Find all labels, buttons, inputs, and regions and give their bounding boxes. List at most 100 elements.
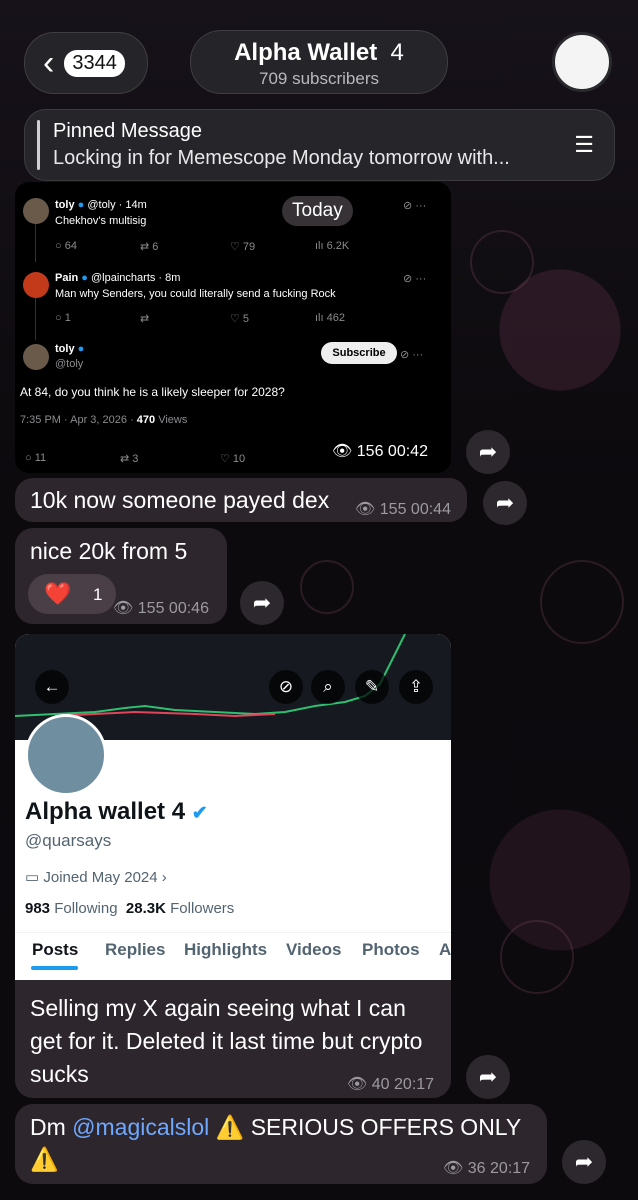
- wallpaper-doodle: [470, 230, 534, 294]
- eye-icon: 👁: [113, 600, 134, 617]
- tab-more: A: [439, 940, 451, 959]
- message-text: Dm: [30, 1114, 66, 1140]
- tweet-text: Chekhov's multisig: [55, 215, 147, 227]
- share-icon: ➦: [252, 590, 272, 615]
- tweet-text: At 84, do you think he is a likely sleep…: [20, 385, 285, 399]
- retweet-icon: ⇄: [140, 313, 150, 325]
- tweet-timestamp: 7:35 PM · Apr 3, 2026 ·: [20, 414, 134, 426]
- wallpaper-doodle: [500, 920, 574, 994]
- date-badge: Today: [282, 196, 353, 226]
- avatar: [23, 272, 49, 298]
- profile-joined: Joined May 2024: [43, 869, 158, 886]
- more-icon: ⊘ ···: [400, 349, 424, 361]
- pinned-text: Locking in for Memescope Monday tomorrow…: [53, 147, 510, 169]
- pin-list-icon[interactable]: ☰: [574, 132, 594, 158]
- more-icon: ⊘ ···: [403, 273, 427, 285]
- chevron-left-icon: ‹: [43, 44, 55, 82]
- like-count: 5: [242, 313, 250, 325]
- verified-icon: ●: [77, 199, 85, 211]
- tweet-screenshot-image[interactable]: toly ● @toly · 14m Chekhov's multisig ○ …: [15, 182, 451, 473]
- tab-photos: Photos: [362, 940, 420, 959]
- forward-button[interactable]: ➦: [483, 481, 527, 525]
- pinned-label: Pinned Message: [53, 120, 202, 142]
- verified-icon: ✔: [191, 803, 208, 824]
- pinned-message-bar[interactable]: Pinned Message Locking in for Memescope …: [24, 109, 615, 181]
- subscriber-count: 709 subscribers: [258, 69, 379, 88]
- message-text: 10k now someone payed dex: [30, 487, 330, 513]
- tab-replies: Replies: [105, 940, 166, 959]
- forward-button[interactable]: ➦: [562, 1140, 606, 1184]
- like-count: 79: [242, 241, 256, 253]
- forward-button[interactable]: ➦: [466, 1055, 510, 1099]
- share-icon: ➦: [574, 1149, 594, 1174]
- channel-header[interactable]: Alpha Wallet 4 709 subscribers: [190, 30, 448, 94]
- following-label: Following: [54, 900, 118, 917]
- tweet-views-label: Views: [158, 414, 188, 426]
- tweet-author: toly: [55, 343, 75, 355]
- channel-avatar[interactable]: [552, 32, 612, 92]
- tab-highlights: Highlights: [184, 940, 268, 959]
- more-icon: ⊘ ···: [403, 200, 427, 212]
- message-time: 00:44: [410, 501, 451, 518]
- profile-screenshot-image[interactable]: ← ⊘ ⌕ ✎ ⇪ Alpha wallet 4 ✔ @quarsays ▭ J…: [15, 634, 451, 980]
- eye-icon: 👁: [332, 443, 353, 460]
- pinned-indicator: [37, 120, 40, 170]
- retweet-count: 3: [132, 453, 139, 465]
- subscribe-button: Subscribe: [321, 342, 397, 364]
- active-tab-indicator: [31, 966, 78, 970]
- message-time: 00:46: [168, 600, 209, 617]
- channel-title: Alpha Wallet: [234, 39, 378, 66]
- message-views: 156: [356, 443, 384, 460]
- forward-button[interactable]: ➦: [466, 430, 510, 474]
- message-bubble[interactable]: nice 20k from 5 ❤️ 1 👁 155 00:46: [15, 528, 227, 624]
- back-button[interactable]: ‹ 3344: [24, 32, 148, 94]
- eye-icon: 👁: [443, 1160, 464, 1177]
- message-bubble[interactable]: Selling my X again seeing what I can get…: [15, 980, 451, 1098]
- forward-button[interactable]: ➦: [240, 581, 284, 625]
- profile-handle: @quarsays: [25, 831, 112, 850]
- message-text: nice 20k from 5: [30, 538, 188, 564]
- back-arrow-icon: ←: [35, 670, 69, 704]
- profile-display-name: Alpha wallet 4: [25, 798, 186, 825]
- calendar-icon: ▭: [25, 869, 40, 886]
- verified-icon: ●: [81, 272, 88, 284]
- tab-posts: Posts: [32, 940, 79, 959]
- reaction-count: 1: [93, 585, 103, 604]
- followers-label: Followers: [170, 900, 235, 917]
- view-count: 462: [326, 312, 345, 324]
- share-icon: ⇪: [399, 670, 433, 704]
- share-icon: ➦: [478, 439, 498, 464]
- tab-videos: Videos: [286, 940, 342, 959]
- unread-count-badge: 3344: [64, 49, 125, 77]
- heart-icon: ❤️: [44, 581, 72, 606]
- tweet-text: Man why Senders, you could literally sen…: [55, 288, 336, 300]
- message-views: 36: [467, 1160, 486, 1177]
- verified-icon: ●: [77, 343, 85, 355]
- message-bubble[interactable]: 10k now someone payed dex 👁 155 00:44: [15, 478, 467, 522]
- grok-icon: ⊘: [269, 670, 303, 704]
- view-count: 6.2K: [326, 240, 350, 252]
- followers-count: 28.3K: [125, 900, 166, 917]
- tweet-handle: @toly · 14m: [87, 199, 147, 211]
- wallpaper-doodle: [300, 560, 354, 614]
- mention-link[interactable]: @magicalslol: [72, 1114, 209, 1140]
- message-time: 00:42: [387, 443, 428, 460]
- message-bubble[interactable]: Dm @magicalslol ⚠️ SERIOUS OFFERS ONLY ⚠…: [15, 1104, 547, 1184]
- wallpaper-doodle: [540, 560, 624, 644]
- tweet-author: toly: [55, 199, 75, 211]
- channel-title-suffix: 4: [390, 39, 404, 66]
- tweet-handle: @lpaincharts · 8m: [91, 272, 181, 284]
- reply-count: 1: [64, 312, 71, 324]
- message-time: 20:17: [394, 1076, 435, 1093]
- avatar: [23, 344, 49, 370]
- tweet-views-number: 470: [136, 414, 156, 426]
- message-views: 155: [137, 600, 165, 617]
- avatar: [23, 198, 49, 224]
- retweet-count: 6: [152, 241, 159, 253]
- reply-count: 11: [34, 452, 47, 464]
- message-views: 155: [379, 501, 407, 518]
- reaction-chip[interactable]: ❤️ 1: [28, 574, 116, 614]
- share-icon: ➦: [495, 490, 515, 515]
- like-count: 10: [232, 453, 246, 465]
- edit-icon: ✎: [355, 670, 389, 704]
